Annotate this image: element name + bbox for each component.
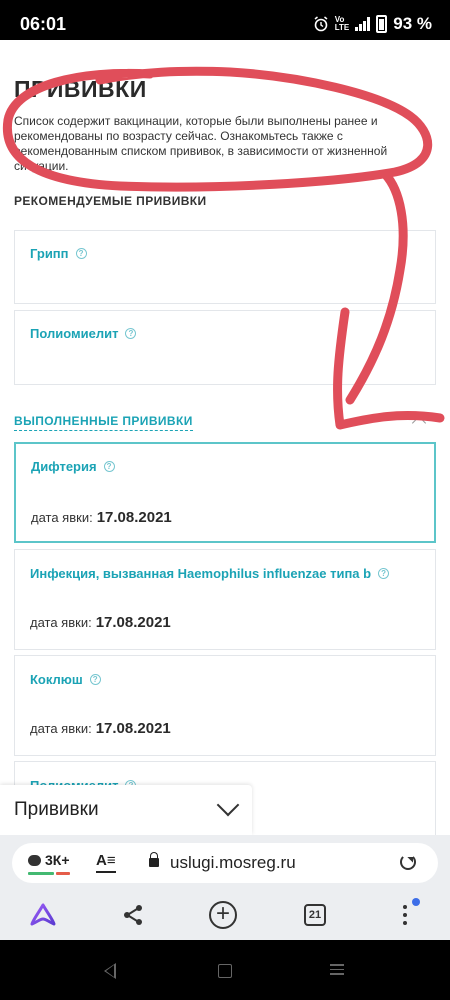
vaccine-date-row: дата явки: 17.08.2021 (31, 509, 172, 526)
speech-bubble-icon (28, 854, 41, 866)
vaccine-card-title[interactable]: Дифтерия ? (31, 459, 115, 474)
page-title: ПРИВИВКИ (14, 76, 147, 102)
menu-button[interactable] (390, 898, 420, 930)
recent-apps-icon[interactable] (330, 964, 344, 975)
alarm-icon (314, 16, 328, 32)
address-bar[interactable]: 3К+ A≡ uslugi.mosreg.ru (12, 843, 438, 883)
vaccine-card-title[interactable]: Инфекция, вызванная Haemophilus influenz… (30, 566, 390, 581)
chevron-up-icon[interactable] (411, 415, 427, 431)
date-value: 17.08.2021 (95, 720, 171, 737)
battery-icon (376, 15, 388, 33)
vaccine-card-polio-recommended[interactable]: Полиомиелит ? (14, 310, 436, 385)
reader-mode-icon[interactable]: A≡ (96, 852, 116, 869)
network-type-icon: Vo LTE (335, 16, 350, 32)
completed-section-toggle[interactable]: ВЫПОЛНЕННЫЕ ПРИВИВКИ (14, 414, 193, 431)
find-in-page-bar[interactable]: Прививки (0, 785, 252, 835)
help-icon[interactable]: ? (378, 568, 390, 579)
comments-count: 3К+ (45, 852, 70, 868)
more-vertical-icon (403, 905, 407, 925)
url-text[interactable]: uslugi.mosreg.ru (170, 853, 296, 873)
vaccine-date-row: дата явки: 17.08.2021 (30, 720, 171, 737)
battery-percent: 93 % (393, 14, 432, 33)
vaccine-card-pertussis[interactable]: Коклюш ? дата явки: 17.08.2021 (14, 655, 436, 756)
plus-icon: + (209, 901, 237, 929)
address-bar-area: 3К+ A≡ uslugi.mosreg.ru (0, 835, 450, 890)
date-label: дата явки: (30, 721, 92, 736)
vaccine-card-flu[interactable]: Грипп ? (14, 230, 436, 304)
date-value: 17.08.2021 (95, 614, 171, 631)
status-icons: Vo LTE 93 % (313, 14, 432, 34)
date-label: дата явки: (30, 615, 92, 630)
vaccine-card-hib[interactable]: Инфекция, вызванная Haemophilus influenz… (14, 549, 436, 650)
system-navigation-bar (0, 940, 450, 1000)
notification-dot (412, 898, 420, 906)
page-content: ПРИВИВКИ Список содержит вакцинации, кот… (0, 40, 450, 835)
date-label: дата явки: (31, 510, 93, 525)
recommended-section-title: РЕКОМЕНДУЕМЫЕ ПРИВИВКИ (14, 194, 207, 208)
chevron-down-icon[interactable] (216, 793, 240, 817)
browser-toolbar: + 21 (0, 890, 450, 940)
reload-icon[interactable] (400, 854, 416, 870)
vaccine-card-title[interactable]: Коклюш ? (30, 672, 101, 687)
date-value: 17.08.2021 (96, 509, 172, 526)
vaccine-card-title[interactable]: Грипп ? (30, 246, 87, 261)
comments-rating-bar (28, 872, 70, 875)
lock-icon (149, 852, 159, 867)
share-button[interactable] (118, 900, 148, 930)
network-type-bottom: LTE (334, 23, 350, 32)
home-icon[interactable] (218, 964, 232, 978)
vaccine-name: Дифтерия (31, 459, 97, 474)
vaccine-name: Коклюш (30, 672, 83, 687)
comments-button[interactable]: 3К+ (28, 852, 70, 868)
vaccine-name: Полиомиелит (30, 326, 119, 341)
new-tab-button[interactable]: + (208, 900, 238, 930)
share-icon (124, 905, 142, 925)
vaccine-card-diphtheria[interactable]: Дифтерия ? дата явки: 17.08.2021 (14, 442, 436, 543)
tabs-button[interactable]: 21 (300, 900, 330, 930)
vaccine-name: Грипп (30, 246, 69, 261)
web-page: ПРИВИВКИ Список содержит вакцинации, кот… (0, 40, 450, 835)
reader-mode-underline (96, 871, 116, 873)
alice-icon (30, 903, 56, 926)
help-icon[interactable]: ? (125, 328, 137, 339)
vaccine-card-title[interactable]: Полиомиелит ? (30, 326, 137, 341)
status-time: 06:01 (20, 14, 67, 34)
vaccine-name: Инфекция, вызванная Haemophilus influenz… (30, 566, 372, 581)
find-query[interactable]: Прививки (14, 799, 99, 821)
alice-assistant-button[interactable] (28, 900, 58, 930)
back-icon[interactable] (104, 963, 116, 979)
help-icon[interactable]: ? (103, 461, 115, 472)
signal-icon (355, 17, 371, 31)
vaccine-date-row: дата явки: 17.08.2021 (30, 614, 171, 631)
page-description: Список содержит вакцинации, которые были… (14, 114, 388, 173)
tabs-count: 21 (304, 904, 326, 926)
help-icon[interactable]: ? (75, 248, 87, 259)
help-icon[interactable]: ? (89, 674, 101, 685)
